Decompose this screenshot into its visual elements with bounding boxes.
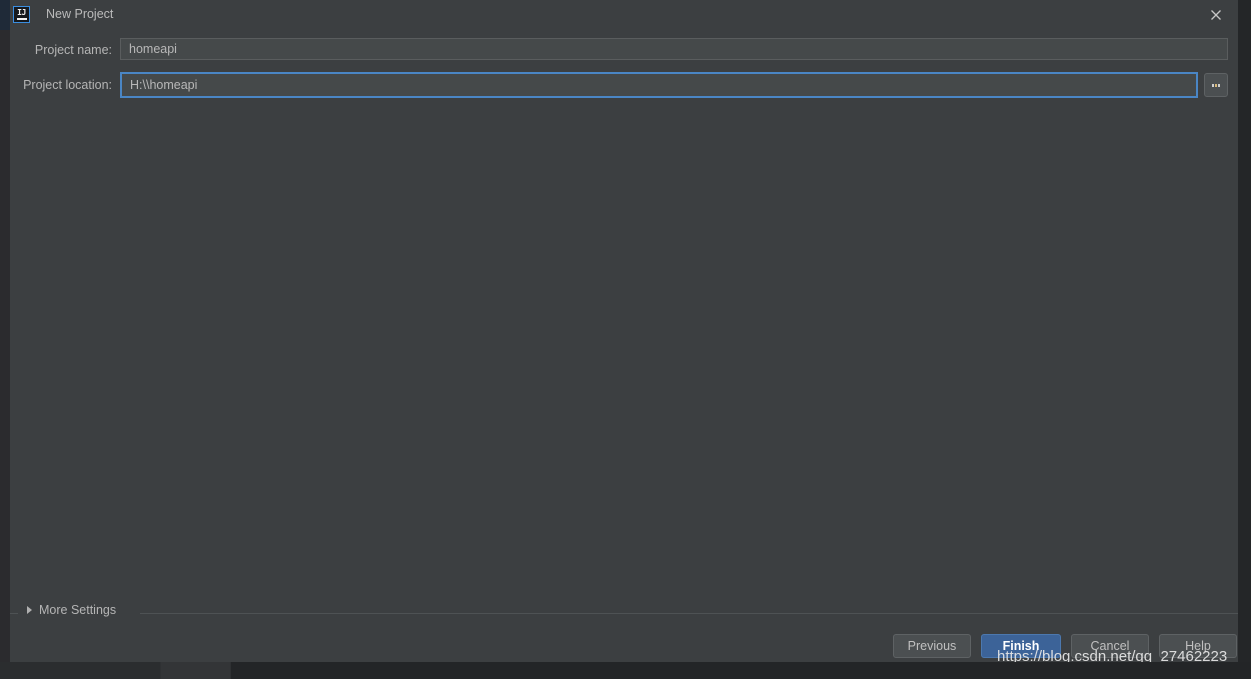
taskbar-segment-middle	[161, 662, 230, 679]
help-button[interactable]: Help	[1159, 634, 1237, 658]
close-icon	[1211, 10, 1221, 20]
previous-button[interactable]: Previous	[893, 634, 971, 658]
project-location-label: Project location:	[23, 78, 112, 92]
project-location-input[interactable]	[120, 72, 1198, 98]
footer-separator	[10, 613, 1238, 614]
close-button[interactable]	[1204, 4, 1228, 26]
ellipsis-icon-dot-3	[1218, 83, 1220, 87]
project-name-label: Project name:	[34, 43, 112, 57]
finish-button[interactable]: Finish	[981, 634, 1061, 658]
ellipsis-icon-dot-2	[1215, 83, 1217, 87]
browse-location-button[interactable]	[1204, 73, 1228, 97]
new-project-dialog: IJ New Project Project name: Project loc…	[10, 0, 1238, 662]
taskbar-segment-right	[231, 662, 1251, 679]
dialog-title: New Project	[46, 7, 114, 21]
project-name-input[interactable]	[120, 38, 1228, 60]
dialog-titlebar: IJ New Project	[10, 0, 1238, 30]
taskbar-segment-left	[0, 662, 160, 679]
intellij-idea-icon: IJ	[13, 6, 30, 23]
window-frame-right	[1238, 0, 1251, 662]
intellij-idea-icon-bar	[16, 18, 27, 20]
more-settings-label: More Settings	[39, 603, 117, 617]
screen: IJ New Project Project name: Project loc…	[0, 0, 1251, 679]
ellipsis-icon-dot-1	[1212, 83, 1214, 87]
window-frame-left	[0, 0, 10, 662]
cancel-button[interactable]: Cancel	[1071, 634, 1149, 658]
window-frame-accent	[0, 0, 10, 30]
desktop-taskbar	[0, 662, 1251, 679]
triangle-right-icon	[27, 606, 32, 614]
more-settings-toggle[interactable]: More Settings	[27, 603, 116, 617]
intellij-idea-icon-text: IJ	[17, 8, 26, 17]
